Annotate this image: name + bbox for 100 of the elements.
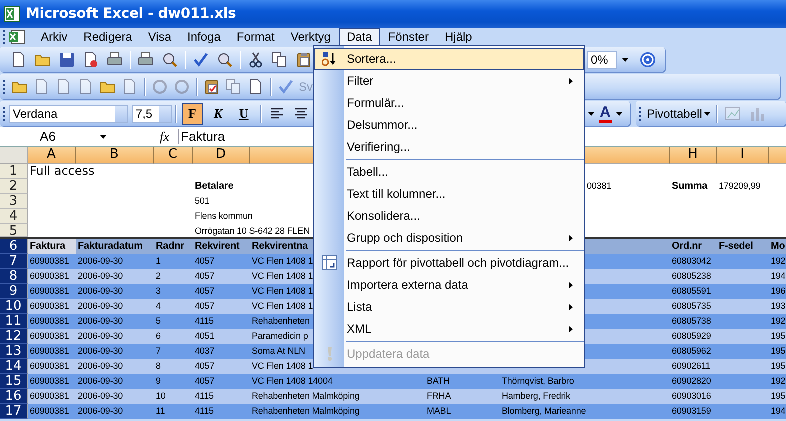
document-icon[interactable] bbox=[11, 52, 27, 68]
table-cell: 192 bbox=[771, 316, 786, 326]
magnifier-icon[interactable] bbox=[162, 52, 178, 68]
pivot-table-button[interactable]: Pivottabell bbox=[645, 106, 704, 120]
document-icon[interactable] bbox=[56, 78, 72, 94]
copy-icon[interactable] bbox=[272, 52, 288, 68]
dropdown-arrow-icon[interactable] bbox=[588, 112, 595, 116]
table-cell: 2006-09-30 bbox=[78, 376, 124, 386]
font-field[interactable]: Verdana bbox=[8, 104, 128, 122]
document-icon[interactable] bbox=[78, 78, 94, 94]
format-button[interactable]: K bbox=[207, 102, 230, 124]
menu-item[interactable]: Sortera... bbox=[314, 48, 584, 70]
row-header[interactable]: 3 bbox=[0, 194, 28, 209]
submenu-arrow-icon bbox=[569, 326, 573, 332]
format-button[interactable]: F bbox=[182, 102, 204, 124]
zoom-field[interactable]: 0% bbox=[587, 50, 617, 68]
row-header[interactable]: 16 bbox=[0, 389, 28, 404]
magnifier-icon[interactable] bbox=[217, 52, 233, 68]
row-header[interactable]: 13 bbox=[0, 344, 28, 359]
document-icon[interactable] bbox=[248, 78, 264, 94]
printer-icon[interactable] bbox=[107, 52, 123, 68]
document-icon[interactable] bbox=[122, 78, 138, 94]
name-box[interactable]: A6 bbox=[0, 129, 96, 144]
row-header[interactable]: 10 bbox=[0, 299, 28, 314]
menu-item[interactable]: Redigera bbox=[76, 28, 140, 46]
table-cell: 60900381 bbox=[30, 346, 70, 356]
menu-item[interactable]: Tabell... bbox=[314, 161, 584, 183]
menu-item[interactable]: Verktyg bbox=[282, 28, 339, 46]
menu-item[interactable]: Arkiv bbox=[33, 28, 76, 46]
menu-item[interactable]: Infoga bbox=[180, 28, 229, 46]
document-icon[interactable] bbox=[83, 52, 99, 68]
table-cell: Blomberg, Marieanne bbox=[502, 406, 586, 416]
menu-item[interactable]: Importera externa data bbox=[314, 274, 584, 296]
row-header[interactable]: 17 bbox=[0, 404, 28, 419]
formula-field[interactable]: Faktura bbox=[178, 129, 226, 144]
table-cell: 4115 bbox=[195, 316, 214, 326]
row-header[interactable]: 1 bbox=[0, 164, 28, 179]
menu-item[interactable]: Lista bbox=[314, 296, 584, 318]
table-cell: 60803042 bbox=[672, 256, 712, 266]
table-cell: 2006-09-30 bbox=[78, 271, 124, 281]
row-header[interactable]: 11 bbox=[0, 314, 28, 329]
table-cell: 60900381 bbox=[30, 271, 70, 281]
table-cell: 2006-09-30 bbox=[78, 256, 124, 266]
menu-item[interactable]: Text till kolumner... bbox=[314, 183, 584, 205]
menu-item[interactable]: Verifiering... bbox=[314, 136, 584, 158]
checkmark-icon[interactable] bbox=[193, 52, 209, 68]
row-header[interactable]: 4 bbox=[0, 209, 28, 224]
align-center-icon[interactable] bbox=[292, 106, 309, 122]
row-header[interactable]: 14 bbox=[0, 359, 28, 374]
function-label[interactable]: fx bbox=[160, 128, 176, 144]
menu-item[interactable]: Visa bbox=[140, 28, 180, 46]
table-cell: 4057 bbox=[195, 271, 215, 281]
table-cell: 4 bbox=[156, 301, 161, 311]
row-header[interactable]: 6 bbox=[0, 239, 28, 254]
clipboard-icon[interactable] bbox=[204, 78, 220, 94]
font-size-field[interactable]: 7,5 bbox=[132, 104, 172, 122]
printer-icon[interactable] bbox=[138, 52, 154, 68]
table-cell: VC Flen 1408 1 bbox=[252, 286, 314, 296]
menu-item[interactable]: Rapport för pivottabell och pivotdiagram... bbox=[314, 252, 584, 274]
menu-item[interactable]: Formulär... bbox=[314, 92, 584, 114]
column-header[interactable]: B bbox=[76, 147, 154, 164]
row-header[interactable]: 9 bbox=[0, 284, 28, 299]
row-header[interactable]: 15 bbox=[0, 374, 28, 389]
document-icon[interactable] bbox=[34, 78, 50, 94]
row-header[interactable]: 7 bbox=[0, 254, 28, 269]
column-header[interactable]: H bbox=[670, 147, 717, 164]
column-header[interactable]: D bbox=[193, 147, 250, 164]
spreadsheet-icon[interactable] bbox=[9, 29, 25, 45]
table-cell: 60805735 bbox=[672, 301, 712, 311]
menu-item[interactable]: Fönster bbox=[380, 28, 437, 46]
font-color-button[interactable]: A bbox=[599, 104, 612, 122]
align-left-icon[interactable] bbox=[268, 106, 285, 122]
clipboard-icon[interactable] bbox=[296, 52, 312, 68]
help-icon[interactable] bbox=[640, 52, 656, 68]
table-cell: 4057 bbox=[195, 376, 215, 386]
column-header[interactable]: I bbox=[717, 147, 769, 164]
scissors-icon[interactable] bbox=[248, 52, 264, 68]
menu-item[interactable]: Format bbox=[228, 28, 283, 46]
caret-icon[interactable] bbox=[704, 112, 712, 116]
submenu-arrow-icon bbox=[569, 304, 573, 310]
column-header[interactable]: A bbox=[28, 147, 76, 164]
table-cell: 195 bbox=[771, 361, 786, 371]
row-header[interactable]: 8 bbox=[0, 269, 28, 284]
dropdown-arrow-icon[interactable] bbox=[616, 112, 623, 116]
column-header[interactable]: C bbox=[154, 147, 193, 164]
menu-item[interactable]: Konsolidera... bbox=[314, 205, 584, 227]
dropdown-arrow-icon[interactable] bbox=[622, 58, 629, 62]
format-button[interactable]: U bbox=[233, 102, 255, 124]
dropdown-arrow-icon[interactable] bbox=[100, 134, 107, 138]
menu-item[interactable]: XML bbox=[314, 318, 584, 340]
menu-item[interactable]: Data bbox=[338, 28, 380, 46]
checkmark-icon[interactable] bbox=[278, 78, 294, 94]
row-header[interactable]: 12 bbox=[0, 329, 28, 344]
row-header[interactable]: 2 bbox=[0, 179, 28, 194]
menu-item[interactable]: Grupp och disposition bbox=[314, 227, 584, 249]
menu-item[interactable]: Filter bbox=[314, 70, 584, 92]
copy-icon[interactable] bbox=[226, 78, 242, 94]
menu-item[interactable]: Delsummor... bbox=[314, 114, 584, 136]
menu-item[interactable]: Hjälp bbox=[436, 28, 480, 46]
row-header[interactable]: 5 bbox=[0, 224, 28, 237]
